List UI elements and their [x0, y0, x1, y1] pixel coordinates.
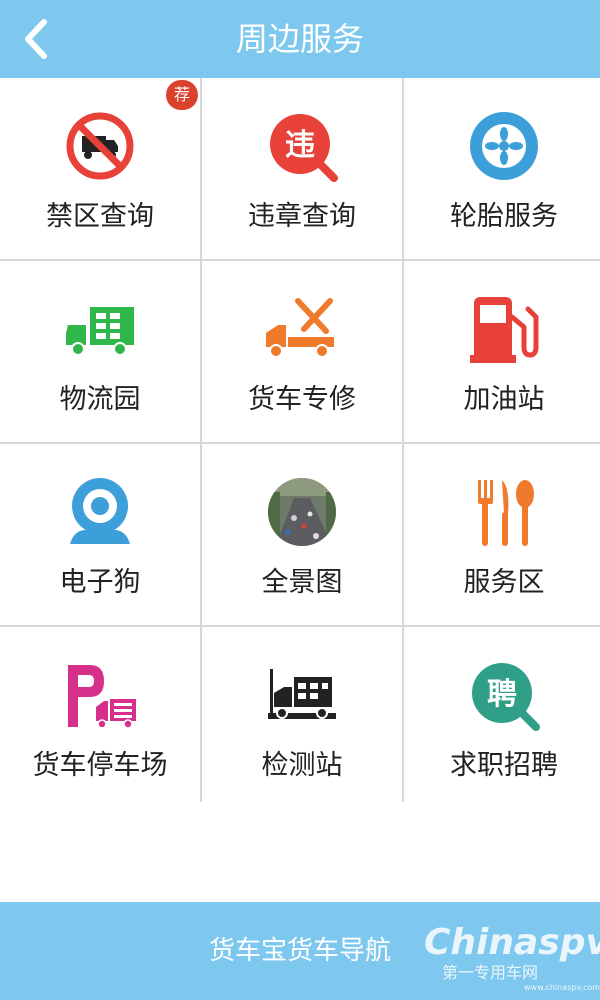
inspection-station-icon	[264, 657, 340, 733]
service-speed-camera[interactable]: 电子狗	[0, 444, 200, 625]
service-tire[interactable]: 轮胎服务	[404, 78, 600, 259]
service-label: 全景图	[261, 567, 343, 598]
service-grid: 禁区查询 荐 违 违章查询 轮胎服务 物流园 货车专修 加油站 电子狗 全景图 …	[0, 78, 600, 808]
speed-camera-icon	[62, 474, 138, 550]
service-logistics-park[interactable]: 物流园	[0, 261, 200, 442]
service-job-recruitment[interactable]: 聘 求职招聘	[404, 627, 600, 808]
truck-repair-icon	[264, 291, 340, 367]
violation-search-icon: 违	[264, 108, 340, 184]
page-title: 周边服务	[235, 20, 364, 58]
service-label: 货车专修	[248, 384, 356, 415]
fork-knife-spoon-icon	[466, 474, 542, 550]
no-truck-icon	[62, 108, 138, 184]
svg-text:www.chinaspv.com: www.chinaspv.com	[524, 983, 600, 992]
service-label: 违章查询	[248, 201, 356, 232]
service-inspection-station[interactable]: 检测站	[202, 627, 402, 808]
service-label: 物流园	[59, 384, 141, 415]
service-label: 电子狗	[59, 567, 141, 598]
service-gas-station[interactable]: 加油站	[404, 261, 600, 442]
fuel-pump-icon	[466, 291, 542, 367]
service-truck-repair[interactable]: 货车专修	[202, 261, 402, 442]
chinaspv-watermark-logo: Chinaspv 第一专用车网 www.chinaspv.com	[424, 922, 600, 992]
service-label: 求职招聘	[450, 750, 558, 781]
service-label: 服务区	[463, 567, 545, 598]
svg-text:Chinaspv: Chinaspv	[424, 922, 600, 963]
service-label: 检测站	[261, 750, 343, 781]
svg-text:第一专用车网: 第一专用车网	[442, 963, 538, 982]
logistics-truck-icon	[62, 291, 138, 367]
panorama-photo-icon	[264, 474, 340, 550]
service-restricted-zone[interactable]: 禁区查询 荐	[0, 78, 200, 259]
recommend-badge: 荐	[166, 80, 198, 110]
truck-parking-icon	[62, 657, 138, 733]
svg-text:聘: 聘	[487, 677, 517, 712]
top-bar: 周边服务	[0, 0, 600, 78]
service-label: 加油站	[463, 384, 545, 415]
tire-icon	[466, 108, 542, 184]
svg-text:违: 违	[285, 128, 315, 163]
service-service-area[interactable]: 服务区	[404, 444, 600, 625]
service-label: 轮胎服务	[450, 201, 558, 232]
service-truck-parking[interactable]: 货车停车场	[0, 627, 200, 808]
service-violation-query[interactable]: 违 违章查询	[202, 78, 402, 259]
service-label: 禁区查询	[46, 201, 154, 232]
service-label: 货车停车场	[32, 750, 168, 781]
job-recruit-icon: 聘	[466, 657, 542, 733]
service-panorama[interactable]: 全景图	[202, 444, 402, 625]
